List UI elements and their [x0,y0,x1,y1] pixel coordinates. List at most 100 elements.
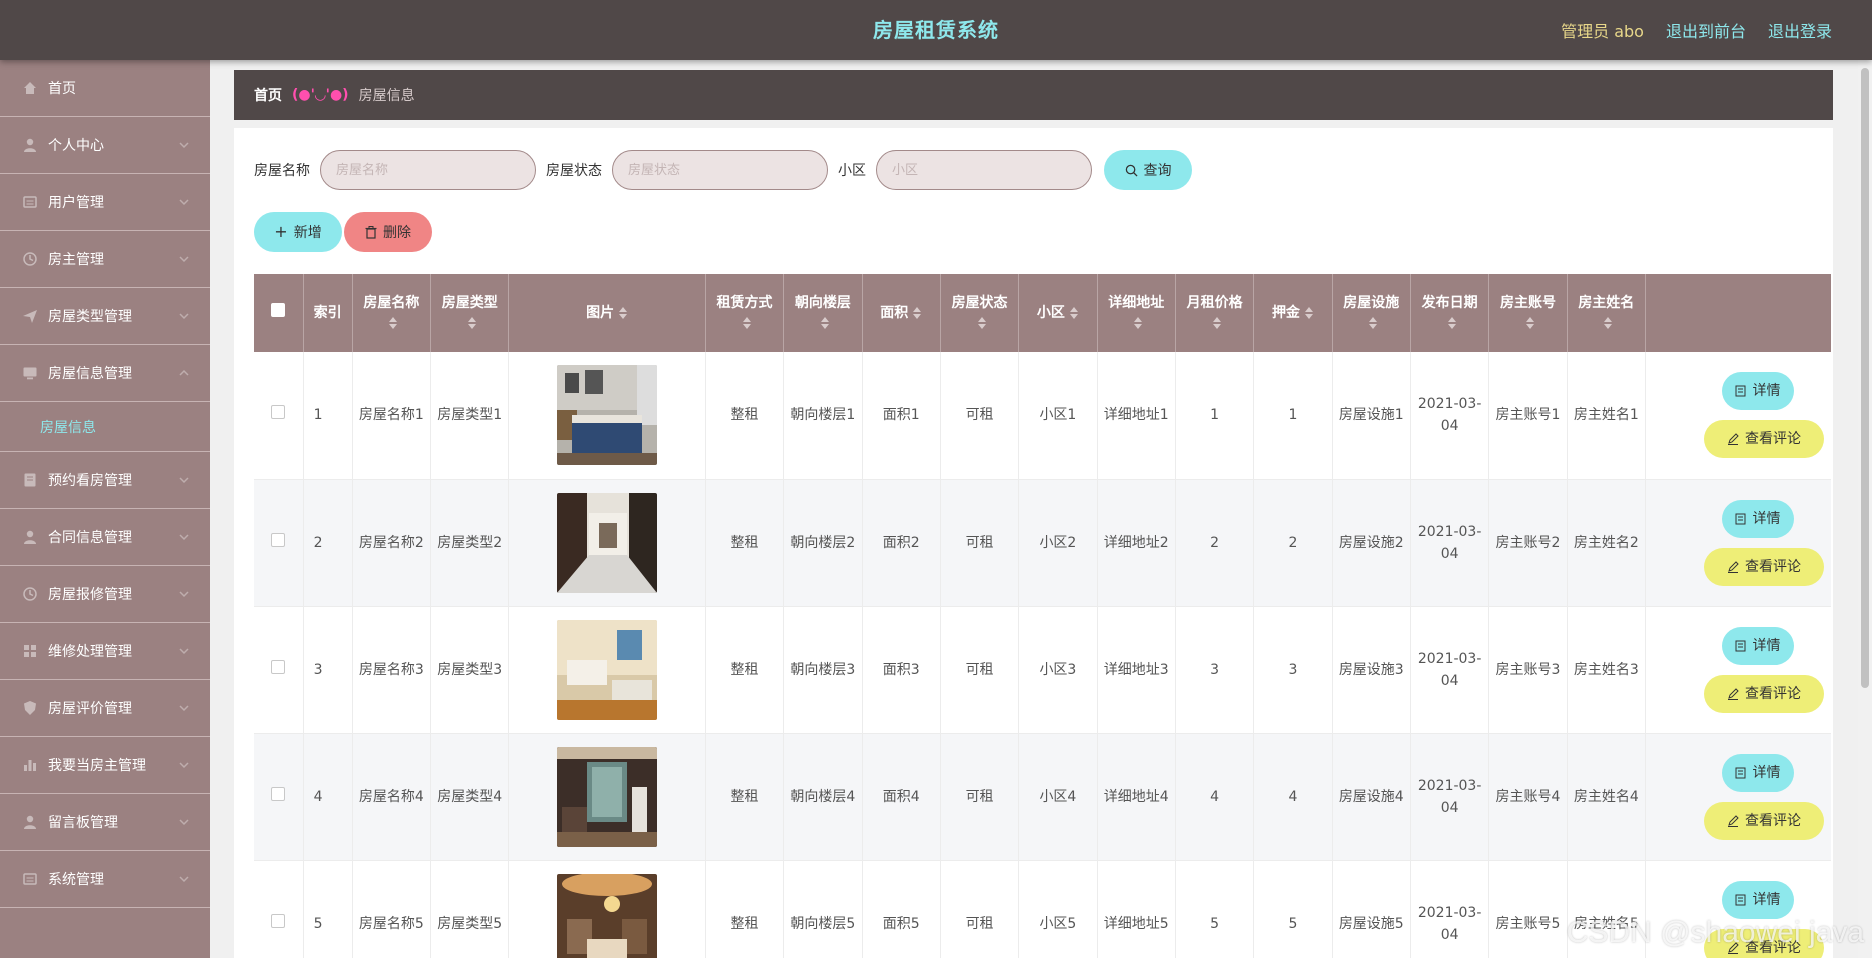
breadcrumb-home[interactable]: 首页 [254,85,282,105]
house-photo-chandelier-room[interactable] [557,873,658,958]
cell-actions: 详情 查看评论 [1645,479,1831,607]
user-icon [22,529,38,545]
column-header-facility[interactable]: 房屋设施 [1332,274,1411,352]
row-checkbox[interactable] [271,405,286,420]
sidebar-item-label: 房屋报修管理 [48,587,132,603]
search-icon [1125,164,1138,177]
sidebar-item-home[interactable]: 首页 [0,60,210,117]
scrollbar-thumb[interactable] [1861,68,1869,688]
view-reviews-button[interactable]: 查看评论 [1703,420,1824,459]
column-header-address[interactable]: 详细地址 [1097,274,1176,352]
logout-link[interactable]: 退出登录 [1768,18,1832,42]
view-reviews-button[interactable]: 查看评论 [1703,801,1824,840]
cell-index: 3 [303,606,353,734]
sidebar-item-become-owner[interactable]: 我要当房主管理 [0,737,210,794]
column-header-index[interactable]: 索引 [303,274,353,352]
cell-status: 可租 [940,860,1020,958]
view-reviews-button-label: 查看评论 [1744,558,1801,575]
select-all-checkbox[interactable] [271,303,286,317]
row-checkbox[interactable] [271,786,286,801]
delete-button[interactable]: 删除 [344,212,432,252]
column-header-type[interactable]: 房屋类型 [430,274,510,352]
sidebar-item-users[interactable]: 用户管理 [0,174,210,231]
cell-community: 小区2 [1018,479,1098,607]
column-header-owner-account[interactable]: 房主账号 [1488,274,1568,352]
column-header-status[interactable]: 房屋状态 [940,274,1020,352]
cell-index: 1 [303,352,353,480]
sidebar-item-label: 首页 [48,81,76,97]
exit-to-front-link[interactable]: 退出到前台 [1666,18,1746,42]
house-name-input[interactable] [320,150,536,190]
column-header-deposit[interactable]: 押金 [1253,274,1333,352]
cell-type: 房屋类型1 [430,352,510,480]
sidebar-item-house-reviews[interactable]: 房屋评价管理 [0,680,210,737]
sidebar-item-house-info[interactable]: 房屋信息管理 [0,345,210,402]
community-input[interactable] [876,150,1092,190]
row-checkbox[interactable] [271,532,286,547]
column-header-area[interactable]: 面积 [862,274,941,352]
cell-address: 详细地址1 [1097,352,1176,480]
house-photo-hallway[interactable] [557,492,658,593]
detail-button[interactable]: 详情 [1721,372,1794,411]
column-label: 租赁方式 [716,295,773,311]
sidebar-item-label: 留言板管理 [48,815,118,831]
column-header-owner-name[interactable]: 房主姓名 [1567,274,1646,352]
detail-button[interactable]: 详情 [1721,499,1794,538]
view-reviews-button[interactable]: 查看评论 [1703,674,1824,713]
column-header-date[interactable]: 发布日期 [1410,274,1490,352]
column-header-name[interactable]: 房屋名称 [352,274,432,352]
column-header-rent-type[interactable]: 租赁方式 [705,274,785,352]
column-header-community[interactable]: 小区 [1018,274,1098,352]
house-table: 索引 房屋名称 房屋类型 图片 租赁方式 朝向楼层 面积 房屋状态 小区 详细地… [254,274,1831,958]
detail-button-label: 详情 [1752,510,1781,527]
sidebar: 首页 个人中心 用户管理 房主管理 房屋类型管理 房屋信息管理 房屋信息 预约看… [0,60,210,958]
sidebar-item-viewing-appointments[interactable]: 预约看房管理 [0,452,210,509]
sidebar-item-message-board[interactable]: 留言板管理 [0,794,210,851]
column-header-price[interactable]: 月租价格 [1175,274,1255,352]
sidebar-item-owners[interactable]: 房主管理 [0,231,210,288]
sidebar-item-contracts[interactable]: 合同信息管理 [0,509,210,566]
cell-image [508,860,706,958]
view-reviews-button[interactable]: 查看评论 [1703,928,1824,958]
cell-actions: 详情 查看评论 [1645,860,1831,958]
page-scrollbar[interactable] [1858,60,1872,958]
query-button[interactable]: 查询 [1104,150,1192,190]
list-icon [22,194,38,210]
breadcrumb-separator: (●'◡'●) [292,87,349,103]
sidebar-item-house-types[interactable]: 房屋类型管理 [0,288,210,345]
detail-button-label: 详情 [1752,764,1781,781]
column-header-floor[interactable]: 朝向楼层 [783,274,863,352]
cell-name: 房屋名称3 [352,606,432,734]
sidebar-item-personal-center[interactable]: 个人中心 [0,117,210,174]
sidebar-item-system[interactable]: 系统管理 [0,851,210,908]
sidebar-item-repair-requests[interactable]: 房屋报修管理 [0,566,210,623]
detail-button[interactable]: 详情 [1721,753,1794,792]
cell-image [508,479,706,607]
sidebar-item-maintenance[interactable]: 维修处理管理 [0,623,210,680]
chevron-down-icon [179,534,189,541]
add-button[interactable]: + 新增 [254,212,342,252]
house-photo-living-room[interactable] [557,746,658,847]
table-row: 2 房屋名称2 房屋类型2 整租 朝向楼层2 面积2 可租 小区2 详细地址2 … [254,479,1831,607]
detail-button[interactable]: 详情 [1721,626,1794,665]
sort-icon [1604,317,1613,329]
house-photo-hotel-room[interactable] [557,619,658,720]
house-photo-bedroom[interactable] [557,365,658,466]
sidebar-subitem-house-info[interactable]: 房屋信息 [0,402,210,452]
cell-area: 面积3 [862,606,941,734]
house-status-input[interactable] [612,150,828,190]
row-checkbox[interactable] [271,659,286,674]
cell-actions: 详情 查看评论 [1645,733,1831,861]
sort-icon [1069,307,1078,319]
sort-icon [1447,317,1456,329]
column-header-image[interactable]: 图片 [508,274,706,352]
chevron-down-icon [179,876,189,883]
cell-deposit: 4 [1253,733,1333,861]
detail-button[interactable]: 详情 [1721,880,1794,919]
column-label: 面积 [880,305,909,321]
view-reviews-button[interactable]: 查看评论 [1703,547,1824,586]
cell-name: 房屋名称5 [352,860,432,958]
sidebar-item-label: 合同信息管理 [48,530,132,546]
home-icon [22,80,38,96]
row-checkbox[interactable] [271,913,286,928]
